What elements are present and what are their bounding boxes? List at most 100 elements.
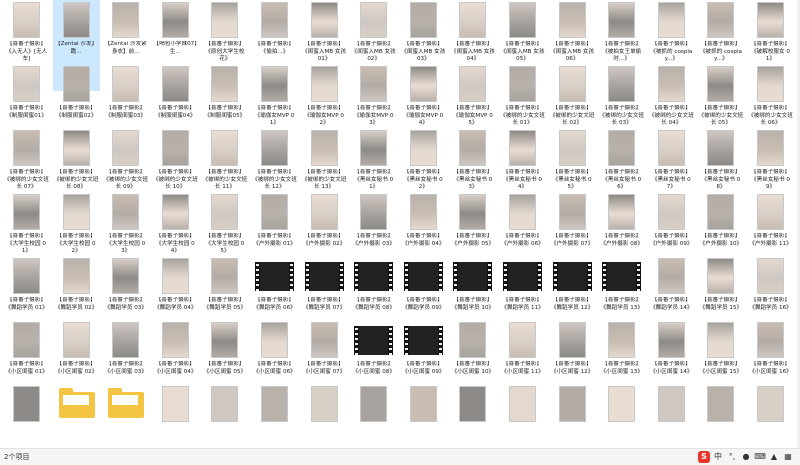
ime-language[interactable]: 中 bbox=[712, 451, 724, 463]
image-thumbnail bbox=[509, 194, 536, 230]
image-thumbnail bbox=[13, 2, 40, 38]
image-thumbnail bbox=[757, 2, 784, 38]
image-thumbnail bbox=[112, 130, 140, 166]
image-thumbnail bbox=[360, 2, 388, 38]
image-thumbnail bbox=[310, 386, 338, 422]
status-bar: 2个项目 S 中 °, ● ⌨ ▲ ▦ bbox=[0, 448, 800, 465]
file-item[interactable] bbox=[201, 384, 248, 448]
image-thumbnail bbox=[62, 258, 90, 294]
keyboard-icon[interactable]: ⌨ bbox=[754, 451, 766, 463]
file-item[interactable] bbox=[350, 384, 397, 448]
image-thumbnail bbox=[558, 130, 586, 166]
image-thumbnail bbox=[261, 322, 288, 358]
image-thumbnail bbox=[360, 194, 388, 230]
image-thumbnail bbox=[211, 2, 239, 38]
image-thumbnail bbox=[211, 386, 239, 422]
image-thumbnail bbox=[459, 386, 487, 422]
file-item[interactable] bbox=[697, 384, 744, 448]
image-thumbnail bbox=[558, 66, 586, 102]
image-thumbnail bbox=[62, 66, 90, 102]
grid-icon[interactable]: ▦ bbox=[782, 451, 794, 463]
image-thumbnail bbox=[62, 130, 90, 166]
image-thumbnail bbox=[558, 386, 586, 422]
video-thumbnail bbox=[453, 262, 493, 291]
image-thumbnail bbox=[757, 130, 784, 166]
image-thumbnail bbox=[608, 322, 636, 358]
video-thumbnail bbox=[354, 262, 394, 291]
image-thumbnail bbox=[310, 66, 338, 102]
image-thumbnail bbox=[459, 2, 487, 38]
image-thumbnail bbox=[310, 130, 338, 166]
image-thumbnail bbox=[459, 130, 487, 166]
file-item[interactable] bbox=[301, 384, 348, 448]
image-thumbnail bbox=[459, 322, 487, 358]
image-thumbnail bbox=[657, 322, 685, 358]
image-thumbnail bbox=[409, 2, 437, 38]
mic-icon[interactable]: ● bbox=[740, 451, 752, 463]
image-thumbnail bbox=[757, 258, 784, 294]
image-thumbnail bbox=[707, 386, 735, 422]
video-thumbnail bbox=[255, 262, 294, 291]
file-item[interactable] bbox=[747, 384, 794, 448]
image-thumbnail bbox=[62, 2, 90, 38]
item-count: 2个项目 bbox=[4, 453, 30, 461]
image-thumbnail bbox=[608, 66, 636, 102]
image-thumbnail bbox=[310, 2, 338, 38]
image-thumbnail bbox=[657, 194, 685, 230]
file-item[interactable] bbox=[648, 384, 695, 448]
image-thumbnail bbox=[608, 386, 636, 422]
video-thumbnail bbox=[503, 262, 542, 291]
image-thumbnail bbox=[360, 386, 388, 422]
image-thumbnail bbox=[459, 66, 487, 102]
image-thumbnail bbox=[360, 66, 388, 102]
image-thumbnail bbox=[707, 2, 735, 38]
shirt-icon[interactable]: ▲ bbox=[768, 451, 780, 463]
folder-icon bbox=[108, 388, 145, 418]
image-thumbnail bbox=[409, 130, 437, 166]
image-thumbnail bbox=[62, 194, 90, 230]
file-item[interactable] bbox=[449, 384, 496, 448]
file-item[interactable] bbox=[598, 384, 645, 448]
folder-item[interactable] bbox=[53, 384, 100, 448]
image-thumbnail bbox=[558, 2, 586, 38]
image-thumbnail bbox=[757, 386, 784, 422]
file-item[interactable] bbox=[549, 384, 596, 448]
file-item[interactable] bbox=[499, 384, 546, 448]
image-thumbnail bbox=[657, 2, 685, 38]
ime-logo-icon[interactable]: S bbox=[698, 451, 710, 463]
image-thumbnail bbox=[211, 258, 239, 294]
image-thumbnail bbox=[13, 194, 40, 230]
file-item[interactable] bbox=[251, 384, 298, 448]
image-thumbnail bbox=[161, 258, 189, 294]
ime-punctuation[interactable]: °, bbox=[726, 451, 738, 463]
image-thumbnail bbox=[757, 322, 784, 358]
image-thumbnail bbox=[310, 322, 338, 358]
video-thumbnail bbox=[552, 262, 592, 291]
image-thumbnail bbox=[112, 66, 140, 102]
image-thumbnail bbox=[509, 386, 536, 422]
image-thumbnail bbox=[261, 130, 288, 166]
file-item[interactable] bbox=[400, 384, 447, 448]
image-thumbnail bbox=[360, 130, 388, 166]
image-thumbnail bbox=[211, 194, 239, 230]
image-thumbnail bbox=[459, 194, 487, 230]
image-thumbnail bbox=[261, 2, 288, 38]
image-thumbnail bbox=[757, 194, 784, 230]
file-item[interactable] bbox=[152, 384, 199, 448]
video-thumbnail bbox=[304, 262, 344, 291]
file-item[interactable] bbox=[3, 384, 50, 448]
image-thumbnail bbox=[261, 66, 288, 102]
image-thumbnail bbox=[112, 258, 140, 294]
image-thumbnail bbox=[707, 194, 735, 230]
image-thumbnail bbox=[161, 2, 189, 38]
folder-item[interactable] bbox=[102, 384, 149, 448]
image-thumbnail bbox=[509, 2, 536, 38]
image-thumbnail bbox=[657, 130, 685, 166]
file-grid: 【喜番子摄影】《入无人》[无人车] 【Zentai 沙发】跪... 【Zentai … bbox=[0, 0, 800, 448]
folder-icon bbox=[58, 388, 95, 418]
image-thumbnail bbox=[13, 130, 40, 166]
image-thumbnail bbox=[261, 386, 288, 422]
image-thumbnail bbox=[161, 386, 189, 422]
image-thumbnail bbox=[707, 66, 735, 102]
video-thumbnail bbox=[602, 262, 642, 291]
